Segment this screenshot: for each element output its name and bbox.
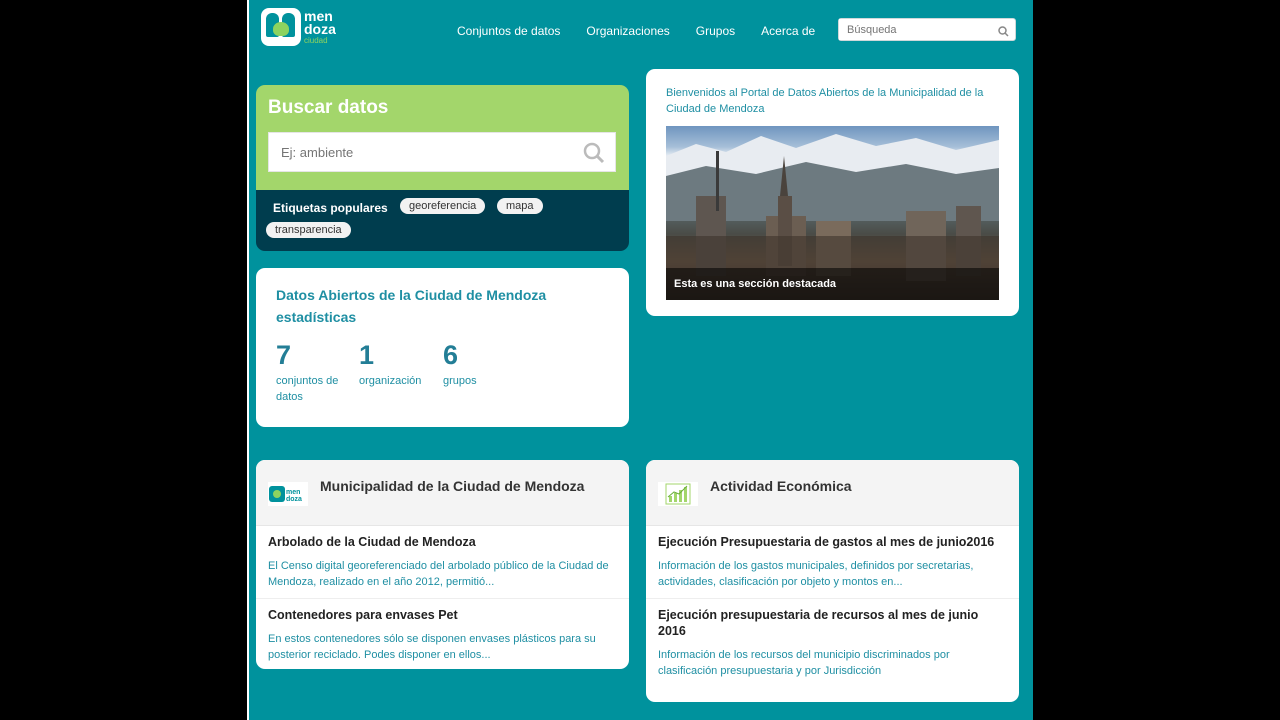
stat-datasets[interactable]: 7 conjuntos de datos xyxy=(276,340,356,405)
list-item[interactable]: Contenedores para envases Pet En estos c… xyxy=(256,599,629,669)
welcome-text: Bienvenidos al Portal de Datos Abiertos … xyxy=(666,87,984,115)
organization-title[interactable]: Municipalidad de la Ciudad de Mendoza xyxy=(320,478,584,494)
logo-subtext: ciudad xyxy=(304,35,328,45)
search-icon[interactable] xyxy=(998,24,1009,42)
stats-panel: Datos Abiertos de la Ciudad de Mendoza e… xyxy=(256,268,629,427)
popular-tags-label: Etiquetas populares xyxy=(273,201,388,215)
tag-transparencia[interactable]: transparencia xyxy=(266,222,351,238)
main-nav: Conjuntos de datos Organizaciones Grupos… xyxy=(457,24,815,38)
stat-organizations[interactable]: 1 organización xyxy=(359,340,439,389)
logo-icon xyxy=(261,8,301,46)
tag-georeferencia[interactable]: georeferencia xyxy=(400,198,486,214)
dataset-description: En estos contenedores sólo se disponen e… xyxy=(268,633,596,661)
stat-label: grupos xyxy=(443,375,477,387)
nav-organizations[interactable]: Organizaciones xyxy=(586,24,669,38)
stat-label: organización xyxy=(359,375,422,387)
stat-label: conjuntos de datos xyxy=(276,375,339,403)
search-title: Buscar datos xyxy=(268,97,389,118)
featured-image[interactable]: Esta es una sección destacada xyxy=(666,126,999,300)
svg-text:men: men xyxy=(286,489,300,496)
mendoza-logo[interactable]: men doza ciudad xyxy=(261,8,336,46)
dataset-description: Información de los gastos municipales, d… xyxy=(658,560,974,588)
portal-page: men doza ciudad Conjuntos de datos Organ… xyxy=(247,0,1033,720)
tag-mapa[interactable]: mapa xyxy=(497,198,543,214)
svg-text:doza: doza xyxy=(286,496,302,503)
stat-number: 7 xyxy=(276,340,292,370)
header-search-input[interactable] xyxy=(839,19,1005,40)
dataset-title[interactable]: Contenedores para envases Pet xyxy=(268,607,617,623)
dataset-search-field xyxy=(268,132,616,172)
stat-groups[interactable]: 6 grupos xyxy=(443,340,523,389)
nav-groups[interactable]: Grupos xyxy=(696,24,735,38)
nav-datasets[interactable]: Conjuntos de datos xyxy=(457,24,560,38)
nav-about[interactable]: Acerca de xyxy=(761,24,815,38)
header-search xyxy=(838,18,1016,41)
stat-number: 6 xyxy=(443,340,459,370)
dataset-search-input[interactable] xyxy=(269,133,593,171)
chart-icon[interactable] xyxy=(658,482,698,506)
featured-panel: Bienvenidos al Portal de Datos Abiertos … xyxy=(646,69,1019,316)
search-panel: Buscar datos Etiquetas populares georefe… xyxy=(256,85,629,251)
dataset-title[interactable]: Ejecución presupuestaria de recursos al … xyxy=(658,607,1007,639)
group-title[interactable]: Actividad Económica xyxy=(710,478,852,494)
list-item[interactable]: Ejecución presupuestaria de recursos al … xyxy=(646,599,1019,687)
logo-text-line2: doza xyxy=(304,20,336,37)
dataset-description: El Censo digital georeferenciado del arb… xyxy=(268,560,609,588)
stats-title: Datos Abiertos de la Ciudad de Mendoza e… xyxy=(276,287,547,325)
dataset-title[interactable]: Ejecución Presupuestaria de gastos al me… xyxy=(658,534,1007,550)
group-card: Actividad Económica Ejecución Presupuest… xyxy=(646,460,1019,702)
list-item[interactable]: Arbolado de la Ciudad de Mendoza El Cens… xyxy=(256,526,629,599)
stat-number: 1 xyxy=(359,340,375,370)
dataset-description: Información de los recursos del municipi… xyxy=(658,649,950,677)
search-icon[interactable] xyxy=(583,142,605,169)
list-item[interactable]: Ejecución Presupuestaria de gastos al me… xyxy=(646,526,1019,599)
organization-logo[interactable]: men doza xyxy=(268,482,308,506)
organization-card: men doza Municipalidad de la Ciudad de M… xyxy=(256,460,629,669)
featured-caption: Esta es una sección destacada xyxy=(666,268,999,300)
dataset-title[interactable]: Arbolado de la Ciudad de Mendoza xyxy=(268,534,617,550)
